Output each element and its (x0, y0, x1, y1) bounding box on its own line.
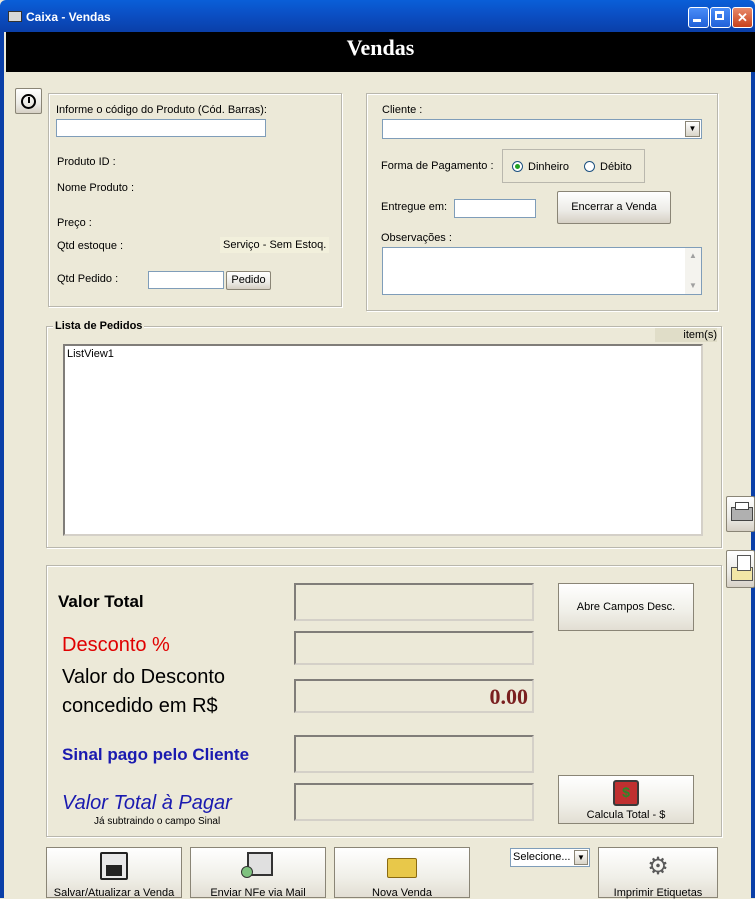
calcula-total-label: Calcula Total - $ (586, 809, 666, 821)
desconto-label: Desconto % (62, 634, 170, 656)
calculator-icon: $ (613, 780, 639, 806)
qtd-pedido-input[interactable] (148, 271, 224, 289)
valor-desconto-value: 0.00 (489, 684, 529, 709)
print-side-button[interactable] (726, 496, 755, 532)
cliente-select[interactable]: ▼ (382, 119, 702, 139)
window-title: Caixa - Vendas (26, 10, 111, 24)
salvar-label: Salvar/Atualizar a Venda (53, 887, 175, 899)
mail-side-button[interactable] (726, 550, 755, 588)
observacoes-label: Observações : (381, 232, 452, 244)
scroll-down-icon[interactable]: ▼ (685, 278, 701, 294)
floppy-label-area (106, 865, 122, 876)
valor-total-label: Valor Total (58, 592, 144, 611)
orders-title: Lista de Pedidos (53, 320, 145, 332)
selecione-dropdown[interactable]: Selecione... ▼ (510, 848, 590, 867)
salvar-venda-button[interactable]: Salvar/Atualizar a Venda (46, 847, 182, 899)
observacoes-textarea[interactable]: ▲ ▼ (382, 247, 702, 295)
scrollbar[interactable]: ▲ ▼ (685, 248, 701, 294)
encerrar-venda-button[interactable]: Encerrar a Venda (557, 191, 671, 224)
valor-desconto-label-2: concedido em R$ (62, 695, 218, 717)
printer-paper (735, 502, 749, 510)
preco-label: Preço : (57, 217, 92, 229)
page-title: Vendas (346, 35, 415, 60)
disc-icon (241, 866, 253, 878)
maximize-button[interactable] (710, 7, 731, 28)
title-bar: Caixa - Vendas ✕ (0, 0, 755, 32)
folder-icon (387, 858, 417, 878)
sinal-field[interactable] (294, 735, 534, 773)
dinheiro-label[interactable]: Dinheiro (528, 161, 569, 173)
subtraindo-note: Já subtraindo o campo Sinal (94, 816, 221, 827)
entregue-input[interactable] (454, 199, 536, 218)
debito-label[interactable]: Débito (600, 161, 632, 173)
maximize-icon (715, 11, 724, 20)
enviar-nfe-button[interactable]: Enviar NFe via Mail (190, 847, 326, 899)
pedido-button[interactable]: Pedido (226, 271, 271, 290)
barcode-input[interactable] (56, 119, 266, 137)
document-icon (737, 555, 751, 571)
gears-icon: ⚙ (647, 853, 669, 880)
minimize-button[interactable] (688, 7, 709, 28)
radio-dinheiro[interactable] (512, 161, 523, 172)
chevron-down-icon[interactable]: ▼ (685, 121, 700, 137)
nome-produto-label: Nome Produto : (57, 182, 135, 194)
page-header: Vendas (6, 32, 755, 72)
radio-debito[interactable] (584, 161, 595, 172)
items-count-label: item(s) (655, 328, 717, 342)
nova-venda-button[interactable]: Nova Venda (334, 847, 470, 899)
valor-desconto-field: 0.00 (294, 679, 534, 713)
pagamento-label: Forma de Pagamento : (381, 160, 494, 172)
produto-id-label: Produto ID : (57, 156, 116, 168)
valor-pagar-label: Valor Total à Pagar (62, 792, 232, 814)
imprimir-label: Imprimir Etiquetas (613, 887, 703, 899)
cliente-label: Cliente : (382, 104, 423, 116)
timer-button[interactable] (15, 88, 42, 114)
qtd-estoque-label: Qtd estoque : (57, 240, 124, 252)
valor-pagar-field (294, 783, 534, 821)
estoque-note: Serviço - Sem Estoq. (220, 237, 330, 253)
abre-campos-button[interactable]: Abre Campos Desc. (558, 583, 694, 631)
stopwatch-hand (28, 97, 30, 103)
entregue-label: Entregue em: (381, 201, 448, 213)
imprimir-etiquetas-button[interactable]: ⚙ Imprimir Etiquetas (598, 847, 718, 899)
sinal-label: Sinal pago pelo Cliente (62, 745, 250, 764)
qtd-pedido-label: Qtd Pedido : (57, 273, 119, 285)
desconto-field[interactable] (294, 631, 534, 665)
app-icon (8, 11, 22, 22)
nova-label: Nova Venda (372, 887, 432, 899)
valor-desconto-label-1: Valor do Desconto (62, 666, 226, 688)
calcula-total-button[interactable]: $ Calcula Total - $ (558, 775, 694, 824)
minimize-icon (693, 19, 701, 22)
enviar-label: Enviar NFe via Mail (210, 887, 306, 899)
scroll-up-icon[interactable]: ▲ (685, 248, 701, 264)
close-icon: ✕ (737, 10, 748, 25)
barcode-label: Informe o código do Produto (Cód. Barras… (56, 104, 267, 116)
listview-text: ListView1 (67, 348, 114, 360)
valor-total-field (294, 583, 534, 621)
close-button[interactable]: ✕ (732, 7, 753, 28)
chevron-down-icon[interactable]: ▼ (574, 850, 588, 865)
selecione-value: Selecione... (513, 851, 571, 863)
orders-listview[interactable]: ListView1 (63, 344, 703, 536)
